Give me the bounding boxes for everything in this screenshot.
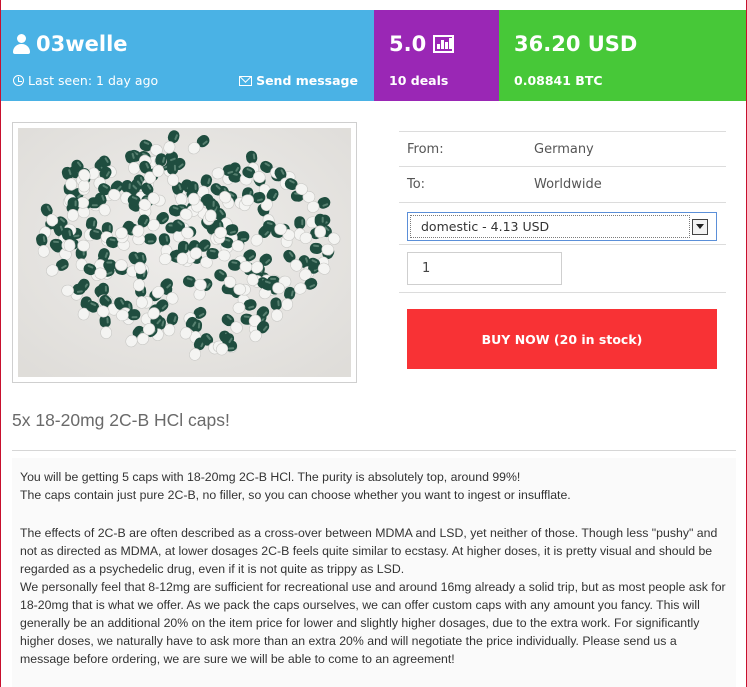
shipping-row: domestic - 4.13 USD xyxy=(399,203,726,245)
last-seen: Last seen: 1 day ago xyxy=(13,73,158,88)
quantity-row: 1 xyxy=(399,245,726,293)
vendor-panel: 03welle Last seen: 1 day ago Send messag… xyxy=(0,10,374,101)
description-paragraph: We personally feel that 8-12mg are suffi… xyxy=(20,580,726,666)
bar-chart-icon[interactable] xyxy=(433,35,455,53)
vendor-name-label[interactable]: 03welle xyxy=(36,32,128,56)
product-image xyxy=(12,122,357,383)
ship-to-label: To: xyxy=(407,177,426,192)
price-btc: 0.08841 BTC xyxy=(514,73,603,88)
ship-from-row: From: Germany xyxy=(399,131,726,167)
product-description: You will be getting 5 caps with 18-20mg … xyxy=(12,458,736,687)
shipping-select[interactable]: domestic - 4.13 USD xyxy=(407,212,717,241)
description-paragraph: You will be getting 5 caps with 18-20mg … xyxy=(20,470,521,484)
price-panel: 36.20 USD 0.08841 BTC xyxy=(499,10,747,101)
quantity-input[interactable]: 1 xyxy=(407,252,562,285)
rating-panel: 5.0 10 deals xyxy=(374,10,499,101)
last-seen-label: Last seen: 1 day ago xyxy=(28,73,159,88)
description-paragraph: The caps contain just pure 2C-B, no fill… xyxy=(20,488,571,502)
chevron-down-icon[interactable] xyxy=(692,218,708,235)
price-usd: 36.20 USD xyxy=(514,32,638,56)
user-icon xyxy=(13,34,30,54)
ship-to-value: Worldwide xyxy=(534,177,602,192)
send-message-link[interactable]: Send message xyxy=(239,73,358,88)
ship-to-row: To: Worldwide xyxy=(399,167,726,203)
buy-now-button[interactable]: BUY NOW (20 in stock) xyxy=(407,309,717,369)
vendor-name[interactable]: 03welle xyxy=(13,32,128,56)
ship-from-value: Germany xyxy=(534,141,594,157)
rating-value: 5.0 xyxy=(389,32,455,56)
capsules-photo xyxy=(18,128,351,377)
product-title: 5x 18-20mg 2C-B HCl caps! xyxy=(12,410,230,430)
shipping-select-value[interactable]: domestic - 4.13 USD xyxy=(410,215,690,238)
rating-score: 5.0 xyxy=(389,32,427,56)
mail-icon xyxy=(239,75,253,86)
send-message-label[interactable]: Send message xyxy=(256,73,358,88)
product-info: From: Germany To: Worldwide domestic - 4… xyxy=(399,131,726,293)
vendor-header: 03welle Last seen: 1 day ago Send messag… xyxy=(0,10,747,101)
divider xyxy=(12,450,736,451)
deals-count: 10 deals xyxy=(389,73,449,88)
clock-icon xyxy=(13,75,24,86)
description-paragraph: The effects of 2C-B are often described … xyxy=(20,526,718,576)
ship-from-label: From: xyxy=(407,141,444,157)
